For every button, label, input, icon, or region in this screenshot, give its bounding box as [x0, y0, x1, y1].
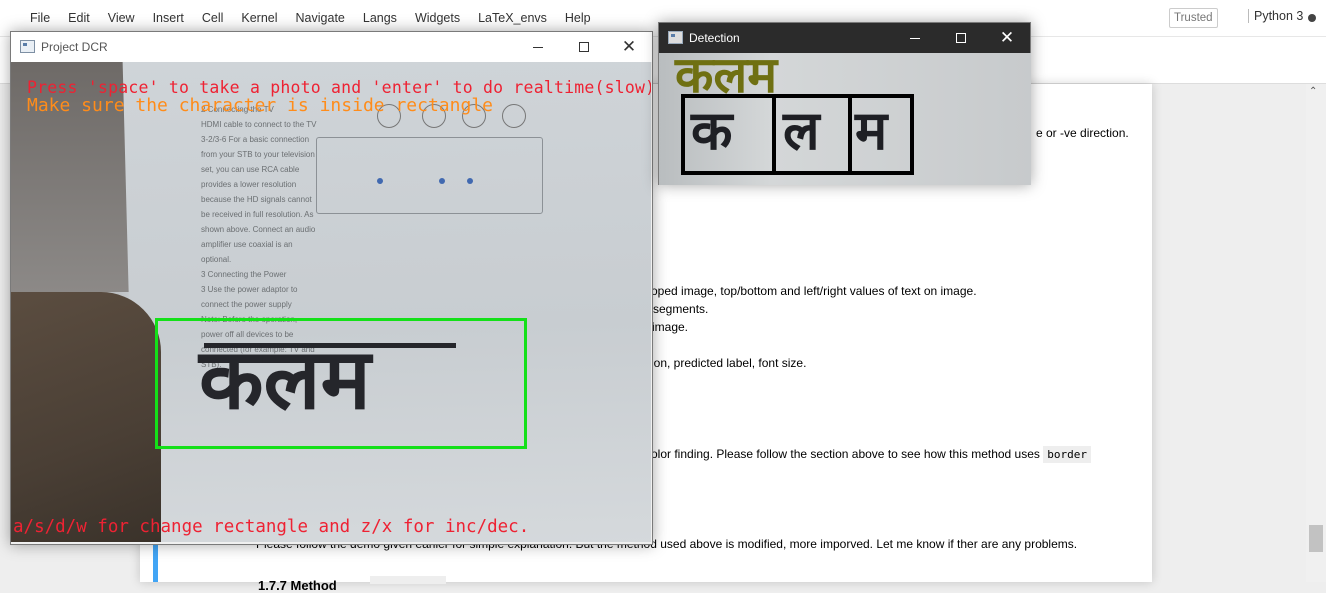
detection-titlebar[interactable]: Detection ✕ — [659, 23, 1030, 53]
window-app-icon — [668, 31, 683, 44]
menu-edit[interactable]: Edit — [59, 11, 99, 25]
kernel-status-icon — [1308, 14, 1316, 22]
menu-cell[interactable]: Cell — [193, 11, 233, 25]
segment-character: क — [691, 99, 733, 162]
minimize-button[interactable] — [892, 23, 938, 53]
paper-diagram — [316, 104, 543, 214]
scrollbar-thumb[interactable] — [1309, 525, 1323, 552]
instruction-overlay-rectangle: Make sure the character is inside rectan… — [27, 95, 493, 116]
dcr-titlebar[interactable]: Project DCR ✕ — [11, 32, 652, 62]
camera-hand — [11, 292, 161, 542]
close-button[interactable]: ✕ — [606, 32, 652, 62]
detection-window-title: Detection — [689, 31, 740, 45]
menu-navigate[interactable]: Navigate — [287, 11, 354, 25]
maximize-button[interactable] — [938, 23, 984, 53]
menu-widgets[interactable]: Widgets — [406, 11, 469, 25]
detection-window[interactable]: Detection ✕ कलम क ल म — [658, 22, 1031, 185]
notebook-text-line: image. — [652, 320, 689, 334]
minimize-button[interactable] — [515, 32, 561, 62]
notebook-text-line: segments. — [653, 302, 709, 316]
menu-file[interactable]: File — [20, 11, 59, 25]
menu-langs[interactable]: Langs — [354, 11, 406, 25]
kernel-name[interactable]: Python 3 — [1248, 9, 1303, 23]
notebook-text-fragment: olor finding. Please follow the section … — [651, 447, 1040, 461]
notebook-text-line: oped image, top/bottom and left/right va… — [651, 284, 977, 298]
scroll-up-icon[interactable]: ⌃ — [1309, 86, 1317, 97]
menu-help[interactable]: Help — [556, 11, 600, 25]
menu-latex-envs[interactable]: LaTeX_envs — [469, 11, 556, 25]
notebook-text-line: e or -ve direction. — [1036, 126, 1129, 140]
segment-character: ल — [783, 99, 820, 162]
page-scrollbar[interactable] — [1306, 84, 1326, 582]
partial-heading: 1.7.7 Method — [258, 578, 337, 593]
segment-character: म — [855, 99, 888, 162]
close-button[interactable]: ✕ — [984, 23, 1030, 53]
dcr-window-title: Project DCR — [41, 40, 108, 54]
handwritten-word: कलम — [199, 330, 371, 428]
window-app-icon — [20, 40, 35, 53]
inline-code-border: border — [1043, 446, 1091, 463]
notebook-text-line: olor finding. Please follow the section … — [651, 446, 1091, 463]
project-dcr-window[interactable]: Project DCR ✕ 2 Connecting the TV HDMI c… — [10, 31, 653, 545]
instruction-overlay-bottom: a/s/d/w for change rectangle and z/x for… — [13, 517, 530, 537]
menu-view[interactable]: View — [99, 11, 144, 25]
maximize-button[interactable] — [561, 32, 607, 62]
menu-insert[interactable]: Insert — [144, 11, 193, 25]
trusted-indicator[interactable]: Trusted — [1169, 8, 1218, 28]
notebook-text-line: ion, predicted label, font size. — [651, 356, 807, 370]
camera-feed[interactable]: 2 Connecting the TV HDMI cable to connec… — [11, 62, 651, 542]
menu-kernel[interactable]: Kernel — [232, 11, 286, 25]
detection-image: कलम क ल म — [659, 53, 1031, 185]
partial-heading-code — [370, 576, 446, 584]
